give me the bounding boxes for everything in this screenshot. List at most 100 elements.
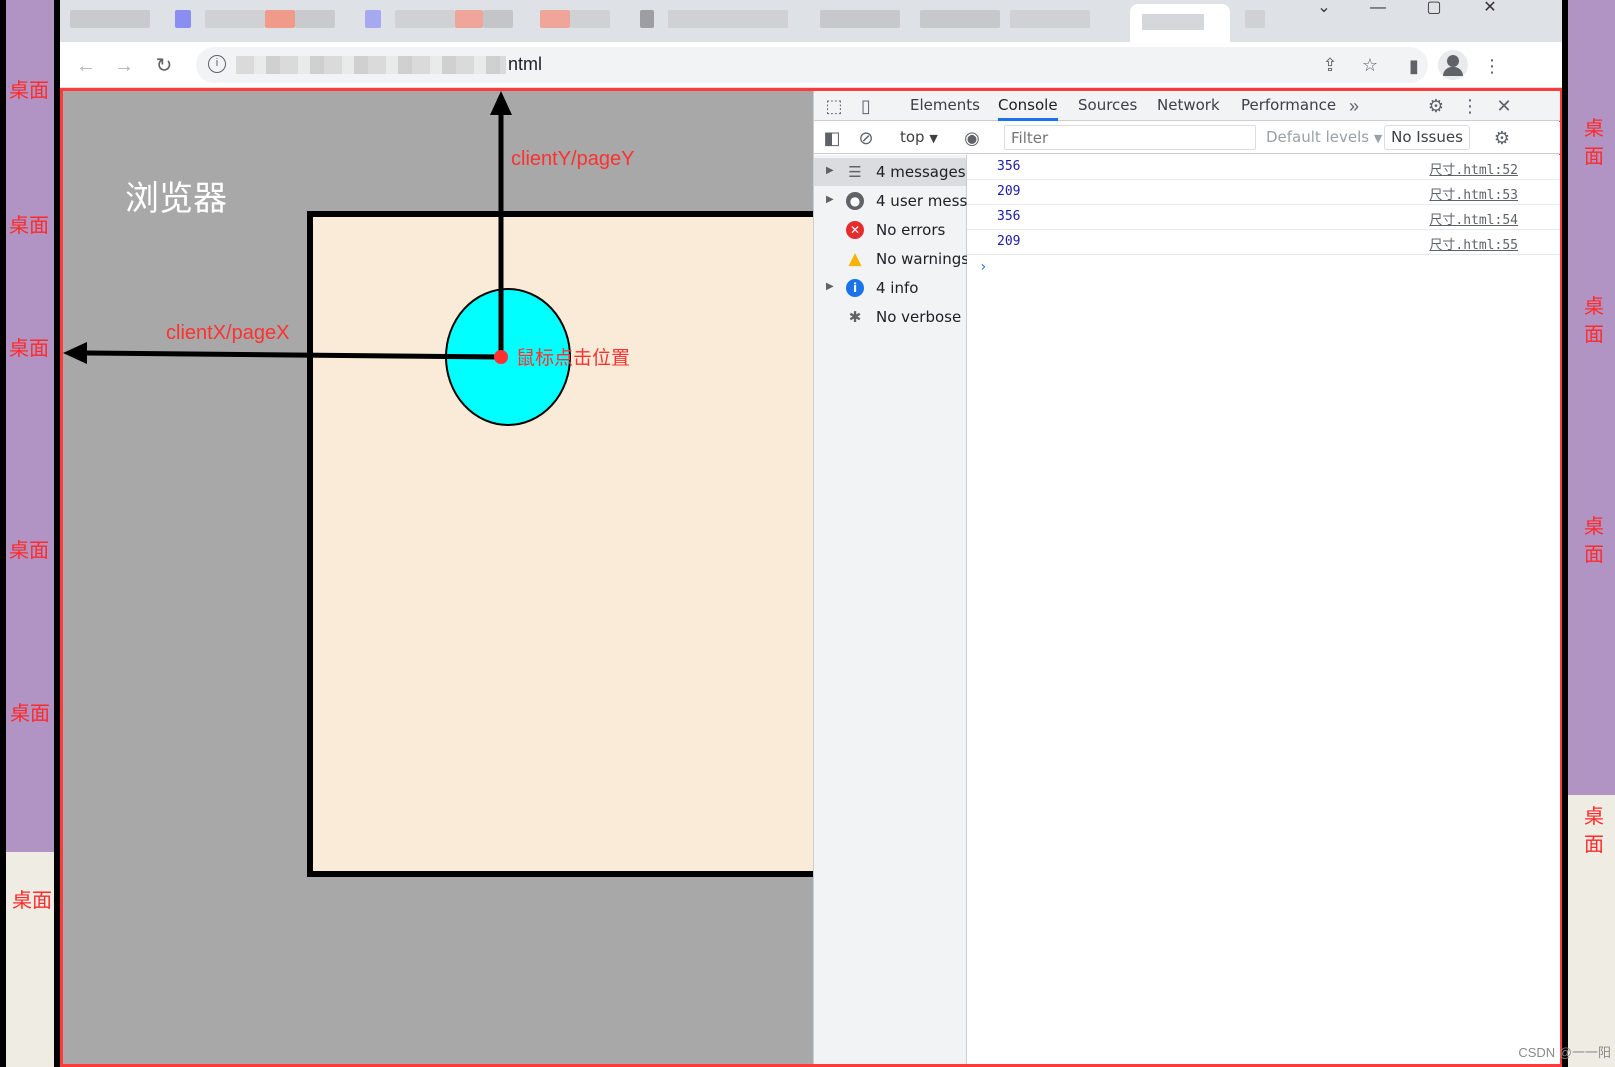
tab-blurred[interactable] — [265, 10, 295, 28]
devtools-menu-icon[interactable]: ⋮ — [1458, 93, 1482, 119]
context-selector[interactable]: top ▼ — [900, 128, 938, 146]
minimize-button[interactable]: — — [1350, 0, 1406, 18]
live-expression-eye-icon[interactable]: ◉ — [960, 125, 984, 151]
address-bar[interactable]: i ntml ⇪ ☆ — [196, 47, 1428, 83]
expand-arrow-icon[interactable]: ▶ — [826, 194, 834, 205]
issues-button[interactable]: No Issues — [1384, 125, 1470, 150]
tab-performance[interactable]: Performance — [1241, 91, 1336, 121]
url-blurred — [236, 56, 506, 74]
tab-blurred[interactable] — [455, 10, 483, 28]
sidebar-toggle-icon[interactable]: ◧ — [820, 125, 844, 151]
desktop-label: 桌面 — [1584, 514, 1604, 566]
devtools-panel: ⬚ ▯ Elements Console Sources Network Per… — [813, 91, 1560, 1064]
tab-blurred[interactable] — [570, 10, 610, 28]
screenshot-stage: 桌面 桌面 桌面 桌面 桌面 桌面 桌面 桌面 桌面 桌面 ⌄ — ▢ ✕ ← … — [0, 0, 1615, 1067]
forward-arrow-icon[interactable]: → — [110, 52, 138, 80]
bookmark-star-icon[interactable]: ☆ — [1356, 51, 1384, 79]
close-devtools-icon[interactable]: ✕ — [1492, 93, 1516, 119]
tab-elements[interactable]: Elements — [910, 91, 980, 121]
menu-kebab-icon[interactable]: ⋮ — [1478, 52, 1506, 80]
log-source-link[interactable]: 尺寸.html:54 — [1429, 209, 1518, 228]
tab-blurred[interactable] — [668, 10, 788, 28]
desktop-label: 桌面 — [9, 336, 49, 360]
tab-blurred[interactable] — [483, 10, 513, 28]
tab-blurred[interactable] — [1010, 10, 1090, 28]
sidebar-item-label: 4 messages — [876, 163, 966, 181]
expand-arrow-icon[interactable]: ▶ — [826, 281, 834, 292]
sidebar-item-label: 4 user mess... — [876, 192, 982, 210]
expand-arrow-icon[interactable]: ▶ — [826, 165, 834, 176]
log-levels-dropdown[interactable]: Default levels ▼ — [1266, 128, 1382, 146]
chevron-down-icon: ▼ — [929, 132, 938, 145]
desktop-label: 桌面 — [1584, 804, 1604, 856]
console-log-row: 356 尺寸.html:52 — [967, 155, 1560, 180]
context-label: top — [900, 128, 925, 146]
tab-blurred[interactable] — [70, 10, 150, 28]
tab-sources[interactable]: Sources — [1078, 91, 1137, 121]
log-levels-label: Default levels — [1266, 128, 1370, 146]
tab-blurred[interactable] — [820, 10, 900, 28]
log-value: 356 — [997, 159, 1021, 174]
tab-blurred[interactable] — [295, 10, 335, 28]
user-icon-body — [1443, 67, 1463, 76]
desktop-wallpaper-left — [6, 852, 54, 1067]
close-window-button[interactable]: ✕ — [1462, 0, 1518, 18]
tab-blurred[interactable] — [395, 10, 455, 28]
tab-blurred[interactable] — [175, 10, 191, 28]
tab-blurred[interactable] — [640, 10, 654, 28]
tab-console[interactable]: Console — [998, 91, 1058, 121]
filter-input[interactable] — [1004, 125, 1256, 150]
tab-blurred-title — [1142, 14, 1204, 30]
tab-blurred[interactable] — [365, 10, 381, 28]
inspect-element-icon[interactable]: ⬚ — [822, 93, 846, 119]
tab-search-icon[interactable]: ⌄ — [1296, 0, 1352, 18]
sidebar-item-label: No verbose — [876, 308, 962, 326]
clear-console-icon[interactable]: ⊘ — [854, 125, 878, 151]
device-toolbar-icon[interactable]: ▯ — [854, 93, 878, 119]
reload-icon[interactable]: ↻ — [150, 52, 178, 80]
gear-icon[interactable]: ⚙ — [1424, 93, 1448, 119]
console-settings-gear-icon[interactable]: ⚙ — [1490, 125, 1514, 151]
console-prompt[interactable]: › — [979, 259, 987, 275]
sidebar-item-messages[interactable]: ▶ ☰ 4 messages — [814, 158, 966, 186]
log-source-link[interactable]: 尺寸.html:52 — [1429, 159, 1518, 178]
tab-blurred[interactable] — [920, 10, 1000, 28]
client-y-arrowhead — [490, 91, 512, 115]
maximize-button[interactable]: ▢ — [1406, 0, 1462, 18]
console-log-row: 356 尺寸.html:54 — [967, 205, 1560, 230]
share-icon[interactable]: ⇪ — [1316, 51, 1344, 79]
tab-network[interactable]: Network — [1157, 91, 1220, 121]
desktop-label: 桌面 — [9, 213, 49, 237]
page-viewport: 浏览器 clientY/pageY clientX/pageX 鼠标点击位置 ⬚ — [60, 88, 1562, 1067]
tab-blurred[interactable] — [205, 10, 265, 28]
tab-blurred[interactable] — [1245, 10, 1265, 28]
console-sidebar: ▶ ☰ 4 messages ▶ ● 4 user mess... ✕ No e… — [814, 155, 982, 1064]
sidebar-item-warnings[interactable]: ▲ No warnings — [814, 245, 969, 273]
tab-blurred[interactable] — [540, 10, 570, 28]
coordinate-diagram — [63, 91, 571, 426]
site-info-icon[interactable]: i — [208, 55, 226, 73]
click-point-dot — [494, 350, 508, 364]
log-source-link[interactable]: 尺寸.html:55 — [1429, 234, 1518, 253]
devtools-tabbar: ⬚ ▯ Elements Console Sources Network Per… — [814, 91, 1560, 121]
desktop-label: 桌面 — [1584, 116, 1604, 168]
sidebar-item-info[interactable]: ▶ i 4 info — [814, 274, 966, 302]
log-value: 356 — [997, 209, 1021, 224]
click-position-label: 鼠标点击位置 — [516, 347, 631, 369]
desktop-label: 桌面 — [9, 538, 49, 562]
client-x-label: clientX/pageX — [166, 322, 290, 344]
side-panel-icon[interactable]: ▮ — [1400, 52, 1428, 80]
client-x-arrowhead — [63, 342, 87, 364]
bug-icon: ✱ — [848, 308, 862, 326]
log-source-link[interactable]: 尺寸.html:53 — [1429, 184, 1518, 203]
sidebar-item-user-messages[interactable]: ▶ ● 4 user mess... — [814, 187, 982, 215]
sidebar-item-label: 4 info — [876, 279, 919, 297]
sidebar-item-verbose[interactable]: ✱ No verbose — [814, 303, 966, 331]
more-tabs-icon[interactable]: » — [1342, 93, 1366, 119]
user-icon: ● — [846, 192, 864, 210]
back-arrow-icon[interactable]: ← — [72, 52, 100, 80]
profile-avatar[interactable] — [1438, 50, 1468, 80]
sidebar-item-errors[interactable]: ✕ No errors — [814, 216, 966, 244]
console-output: 356 尺寸.html:52 209 尺寸.html:53 356 尺寸.htm… — [967, 155, 1560, 1064]
tab-active[interactable] — [1130, 4, 1230, 42]
